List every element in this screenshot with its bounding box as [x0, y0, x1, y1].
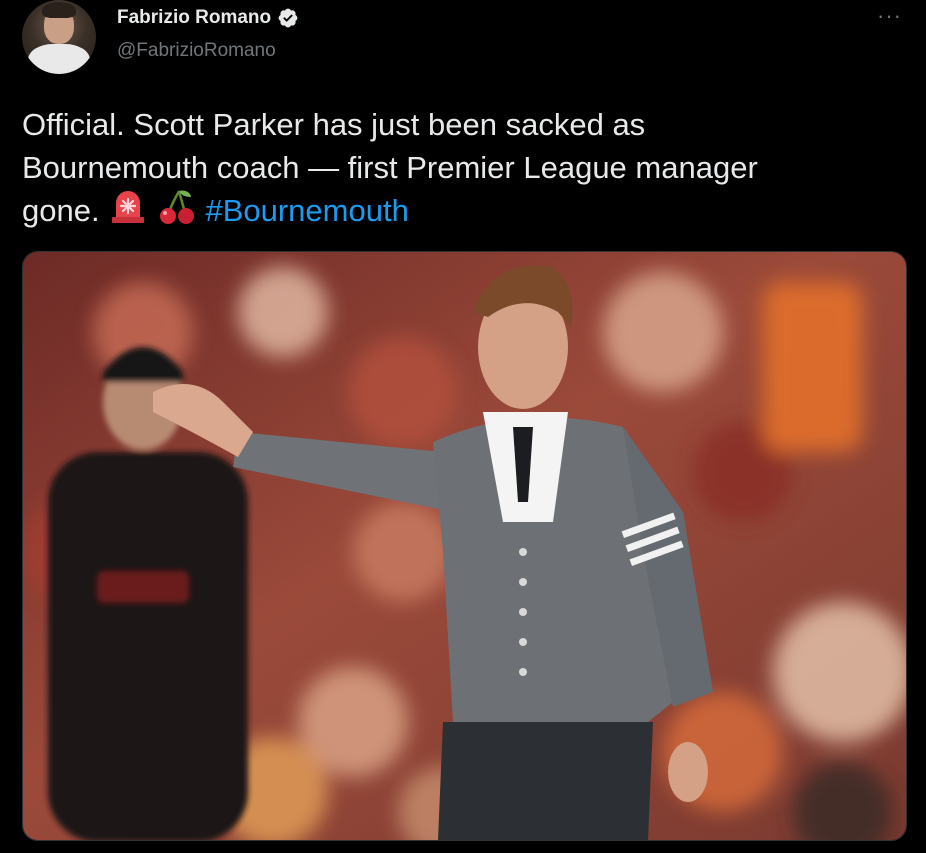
hashtag-link[interactable]: #Bournemouth — [205, 193, 408, 228]
tweet-text-line-3-words: gone. — [22, 193, 100, 228]
avatar-hair — [42, 2, 76, 18]
cherries-icon — [159, 190, 194, 224]
tweet-text: Official. Scott Parker has just been sac… — [22, 103, 902, 232]
tweet-text-line-1: Official. Scott Parker has just been sac… — [22, 107, 646, 142]
author-display-name[interactable]: Fabrizio Romano — [117, 7, 271, 29]
author-handle[interactable]: @FabrizioRomano — [117, 40, 276, 62]
verified-badge-icon — [278, 8, 298, 28]
rotating-light-icon — [112, 191, 145, 223]
tweet-media-photo[interactable] — [22, 251, 907, 841]
avatar[interactable] — [22, 0, 96, 74]
author-name-row: Fabrizio Romano — [117, 7, 299, 29]
tweet-text-line-2: Bournemouth coach — first Premier League… — [22, 150, 758, 185]
tweet-text-line-3: gone. #Bournemouth — [22, 189, 902, 232]
more-options-button[interactable]: ··· — [877, 5, 902, 27]
avatar-shirt — [28, 44, 90, 74]
photo-illustration — [23, 252, 906, 840]
